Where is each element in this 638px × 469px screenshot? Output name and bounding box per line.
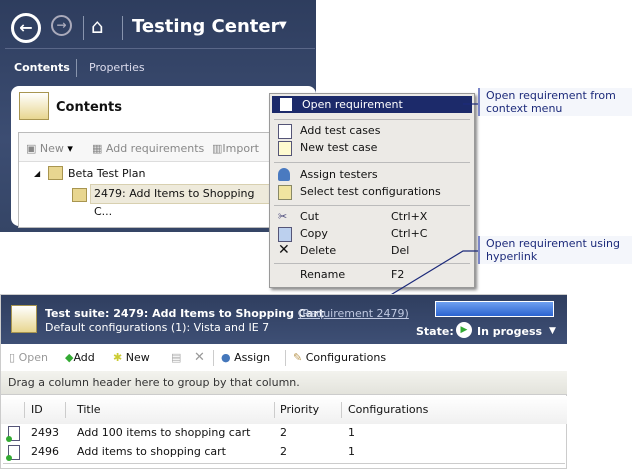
- column-configurations[interactable]: Configurations: [348, 396, 428, 424]
- progress-bar: [435, 301, 554, 317]
- suite-folder-icon: [11, 305, 37, 333]
- copy-icon[interactable]: ▤: [171, 344, 181, 371]
- requirement-link[interactable]: (Requirement 2479): [298, 307, 409, 320]
- cell-configurations: 1: [348, 426, 355, 439]
- test-case-icon: [6, 445, 20, 461]
- new-test-case-button[interactable]: ✱ New: [113, 344, 150, 371]
- open-button[interactable]: ▯ Open: [9, 344, 48, 371]
- cell-priority: 2: [280, 426, 287, 439]
- configurations-button[interactable]: ✎ Configurations: [293, 344, 386, 371]
- column-priority[interactable]: Priority: [280, 396, 319, 424]
- state-label: State:: [416, 325, 454, 338]
- grid-header: ID Title Priority Configurations: [1, 396, 567, 424]
- play-icon: ▶: [456, 322, 472, 338]
- test-suite-panel: Test suite: 2479: Add Items to Shopping …: [0, 294, 567, 469]
- cell-id: 2493: [31, 426, 59, 439]
- cell-priority: 2: [280, 445, 287, 458]
- table-row[interactable]: 2496 Add items to shopping cart 2 1: [1, 443, 567, 461]
- suite-title: Test suite: 2479: Add Items to Shopping …: [45, 307, 325, 320]
- add-button[interactable]: ◆Add: [65, 344, 95, 371]
- state-value[interactable]: In progess: [477, 325, 542, 338]
- remove-icon[interactable]: ✕: [194, 344, 205, 371]
- assign-button[interactable]: ● Assign: [221, 344, 270, 371]
- group-by-area[interactable]: Drag a column header here to group by th…: [1, 371, 567, 395]
- state-dropdown-icon[interactable]: ▼: [549, 326, 556, 336]
- callout-hyperlink: Open requirement using hyperlink: [478, 236, 632, 264]
- cell-configurations: 1: [348, 445, 355, 458]
- cell-id: 2496: [31, 445, 59, 458]
- cell-title: Add items to shopping cart: [77, 445, 226, 458]
- cell-title: Add 100 items to shopping cart: [77, 426, 251, 439]
- callout-context-menu: Open requirement from context menu: [478, 88, 632, 116]
- test-case-icon: [6, 426, 20, 442]
- column-id[interactable]: ID: [31, 396, 43, 424]
- table-row[interactable]: 2493 Add 100 items to shopping cart 2 1: [1, 424, 567, 442]
- default-configurations: Default configurations (1): Vista and IE…: [45, 321, 270, 334]
- column-title[interactable]: Title: [77, 396, 101, 424]
